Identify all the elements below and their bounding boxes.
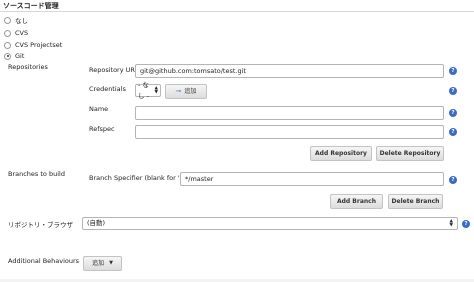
dropdown-arrow-icon: ▼ (109, 260, 113, 266)
add-credentials-button[interactable]: ⊸ 追加 (165, 84, 207, 99)
add-repository-button[interactable]: Add Repository (310, 146, 372, 161)
delete-repository-button[interactable]: Delete Repository (376, 146, 444, 161)
refspec-label: Refspec (89, 125, 115, 133)
section-title: ソースコード管理 (3, 2, 59, 10)
radio-git[interactable] (4, 52, 11, 60)
scm-option-cvs-projectset-label: CVS Projectset (15, 41, 63, 49)
repository-url-input[interactable]: git@github.com:tomsato/test.git (135, 64, 444, 78)
credentials-value: - なし - (138, 80, 149, 100)
name-label: Name (89, 105, 109, 113)
refspec-input[interactable] (135, 125, 444, 139)
name-help-icon[interactable]: ? (449, 109, 457, 117)
scm-option-cvs[interactable]: CVS (4, 28, 28, 38)
section-divider (0, 11, 474, 12)
select-arrows-icon: ▲ ▼ (154, 85, 158, 95)
select-arrows-icon: ▲ ▼ (449, 218, 453, 228)
branch-specifier-help-icon[interactable]: ? (449, 176, 457, 184)
repositories-label: Repositories (8, 63, 48, 71)
add-credentials-label: 追加 (184, 88, 197, 95)
delete-branch-button[interactable]: Delete Branch (388, 194, 443, 209)
additional-behaviours-label: Additional Behaviours (8, 257, 80, 265)
scm-option-cvs-label: CVS (15, 29, 29, 37)
credentials-help-icon[interactable]: ? (449, 87, 457, 95)
radio-cvs-projectset[interactable] (4, 41, 11, 49)
radio-cvs[interactable] (4, 29, 11, 37)
credentials-label: Credentials (89, 85, 126, 93)
scm-option-cvs-projectset[interactable]: CVS Projectset (4, 40, 62, 50)
branch-specifier-input[interactable]: */master (180, 172, 444, 186)
repository-url-help-icon[interactable]: ? (449, 67, 457, 75)
key-icon: ⊸ (175, 87, 182, 95)
repository-browser-help-icon[interactable]: ? (462, 220, 470, 228)
refspec-help-icon[interactable]: ? (449, 128, 457, 136)
repository-browser-select[interactable]: (自動) ▲ ▼ (82, 217, 458, 230)
scm-option-git-label: Git (15, 52, 25, 60)
add-behaviour-button[interactable]: 追加 ▼ (83, 256, 122, 271)
branches-label: Branches to build (8, 170, 65, 178)
credentials-select[interactable]: - なし - ▲ ▼ (135, 81, 161, 100)
add-behaviour-label: 追加 (92, 260, 105, 267)
repository-browser-value: (自動) (87, 219, 106, 227)
repository-url-label: Repository URL (89, 66, 139, 74)
add-branch-button[interactable]: Add Branch (330, 194, 383, 209)
scm-option-none-label: なし (15, 17, 28, 25)
scm-option-git[interactable]: Git (4, 51, 24, 61)
name-input[interactable] (135, 106, 444, 120)
repository-browser-label: リポジトリ・ブラウザ (8, 221, 73, 229)
scm-option-none[interactable]: なし (4, 15, 28, 25)
radio-none[interactable] (4, 16, 11, 24)
